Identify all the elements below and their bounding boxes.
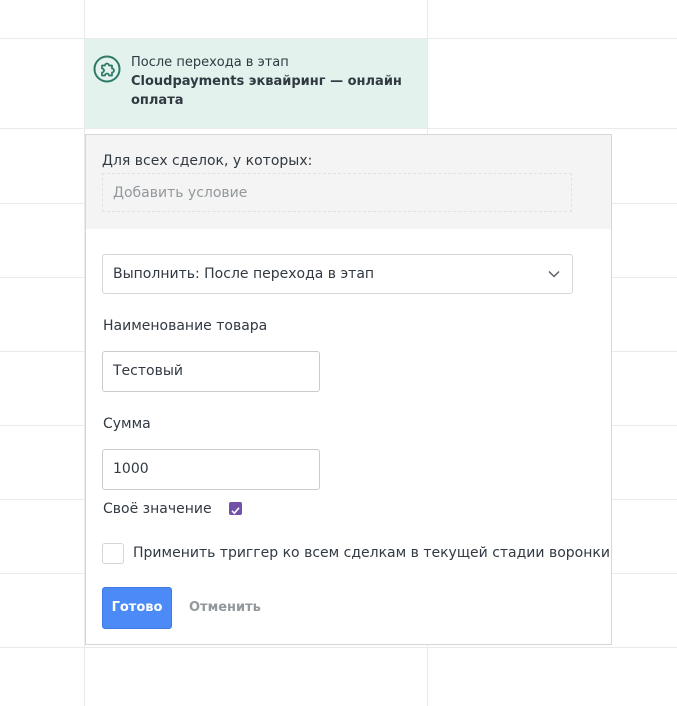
execute-select[interactable]: Выполнить: После перехода в этап xyxy=(102,254,573,294)
own-value-label: Своё значение xyxy=(103,501,212,517)
sum-label: Сумма xyxy=(103,416,151,432)
trigger-settings-popup: Для всех сделок, у которых: Добавить усл… xyxy=(85,134,612,645)
row-divider xyxy=(0,351,85,352)
row-divider xyxy=(0,499,85,500)
apply-all-checkbox[interactable] xyxy=(102,543,124,564)
product-name-label: Наименование товара xyxy=(103,318,268,334)
cancel-button[interactable]: Отменить xyxy=(189,587,261,629)
row-divider xyxy=(612,499,677,500)
row-divider xyxy=(612,351,677,352)
row-divider xyxy=(0,128,677,129)
row-divider xyxy=(612,203,677,204)
row-divider xyxy=(0,277,85,278)
row-divider xyxy=(612,573,677,574)
trigger-title: Cloudpayments эквайринг — онлайн оплата xyxy=(131,74,402,108)
checkmark-icon xyxy=(231,507,240,515)
conditions-section: Для всех сделок, у которых: Добавить усл… xyxy=(86,135,611,229)
apply-all-label: Применить триггер ко всем сделкам в теку… xyxy=(133,545,610,561)
row-divider xyxy=(612,425,677,426)
product-name-input[interactable]: Тестовый xyxy=(102,351,320,392)
trigger-caption: После перехода в этап xyxy=(131,55,289,70)
row-divider xyxy=(612,277,677,278)
trigger-card[interactable]: После перехода в этап Cloudpayments эква… xyxy=(85,39,427,128)
done-button[interactable]: Готово xyxy=(102,587,172,629)
puzzle-icon xyxy=(93,55,121,83)
conditions-label: Для всех сделок, у которых: xyxy=(102,153,313,169)
sum-input[interactable]: 1000 xyxy=(102,449,320,490)
pipeline-board: После перехода в этап Cloudpayments эква… xyxy=(0,0,677,706)
row-divider xyxy=(0,573,85,574)
chevron-down-icon xyxy=(548,270,560,278)
execute-select-value: Выполнить: После перехода в этап xyxy=(113,266,375,282)
row-divider xyxy=(0,203,85,204)
row-divider xyxy=(0,425,85,426)
row-divider xyxy=(0,647,677,648)
own-value-checkbox[interactable] xyxy=(229,502,242,515)
add-condition-field[interactable]: Добавить условие xyxy=(102,173,572,212)
